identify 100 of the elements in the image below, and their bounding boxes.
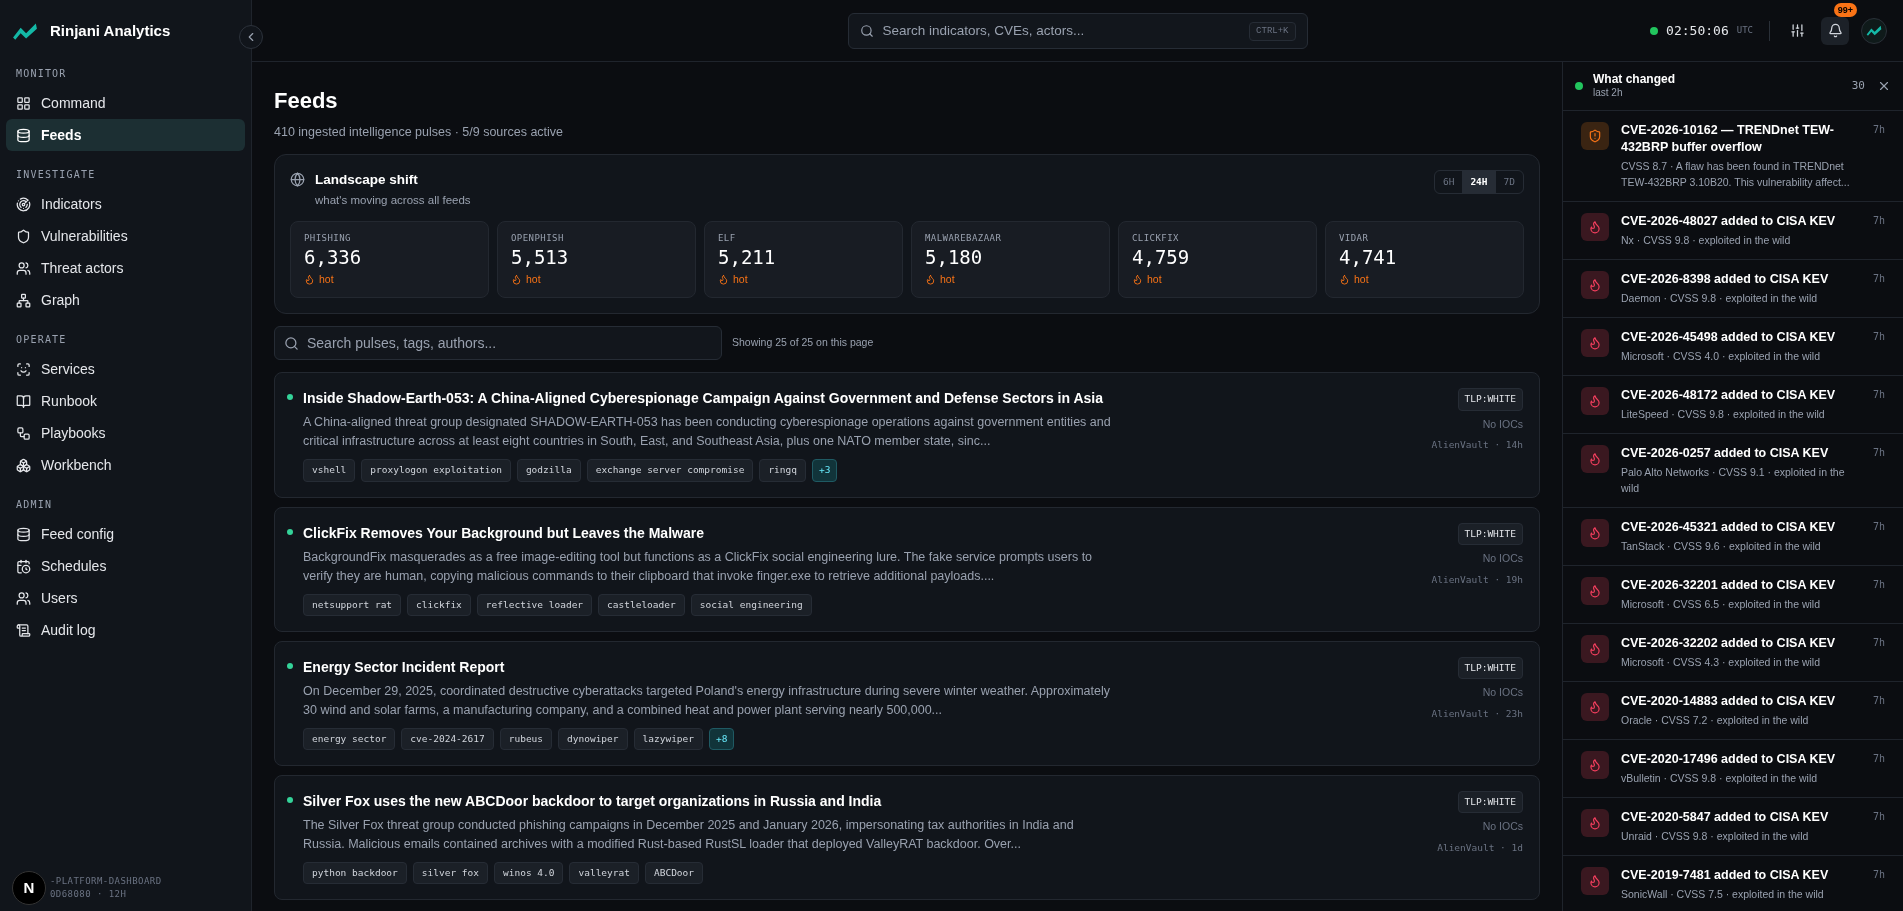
notifications-button[interactable]	[1821, 16, 1849, 45]
change-item[interactable]: CVE-2026-45498 added to CISA KEV Microsoft · CVSS 4.0 · exploited in the wild 7h	[1563, 317, 1903, 376]
user-avatar[interactable]	[1861, 17, 1887, 44]
change-title: CVE-2026-45321 added to CISA KEV	[1621, 518, 1837, 536]
change-meta: Oracle · CVSS 7.2 · exploited in the wild	[1621, 712, 1810, 728]
nav-item[interactable]: Indicators	[6, 188, 245, 220]
tag[interactable]: valleyrat	[569, 862, 639, 885]
search-icon	[284, 336, 299, 352]
feed-card[interactable]	[274, 372, 1540, 498]
more-tags[interactable]: +8	[709, 727, 735, 750]
tag[interactable]: reflective loader	[476, 593, 593, 616]
tlp-badge: TLP:WHITE	[1457, 388, 1523, 411]
nav-item[interactable]: Threat actors	[6, 252, 245, 284]
change-item[interactable]: CVE-2026-48172 added to CISA KEV LiteSpeed · CVSS 9.8 · exploited in the wild 7h	[1563, 375, 1903, 434]
range-tab[interactable]: 7D	[1495, 170, 1523, 193]
change-item[interactable]: CVE-2019-7481 added to CISA KEV SonicWall · CVSS 7.5 · exploited in the wild 7h	[1563, 855, 1903, 911]
tag[interactable]: castleloader	[598, 593, 685, 616]
stat-value: 4,741	[1339, 245, 1398, 270]
tag[interactable]: dynowiper	[558, 727, 628, 750]
nav-section-label: ADMIN	[15, 498, 54, 512]
change-item[interactable]: CVE-2026-48027 added to CISA KEV Nx · CVSS 9.8 · exploited in the wild 7h	[1563, 201, 1903, 260]
change-item[interactable]: CVE-2026-32202 added to CISA KEV Microsoft · CVSS 4.3 · exploited in the wild 7h	[1563, 623, 1903, 682]
nav-icon	[16, 361, 31, 377]
feed-title: ClickFix Removes Your Background but Leaves the Malware	[303, 523, 705, 543]
tag[interactable]: social engineering	[690, 593, 812, 616]
feed-description: On December 29, 2025, coordinated destructive cyberattacks targeted Poland's energy infrastructure during severe winter weather. Approximately 30 wind and solar farms, a manufacturing company, and a combined heat and power plant serving nearly 500,000...	[303, 682, 1111, 719]
change-title: CVE-2026-32201 added to CISA KEV	[1621, 576, 1837, 594]
collapse-sidebar-button[interactable]	[239, 25, 263, 49]
nav-icon	[16, 457, 31, 473]
flame-icon	[1581, 444, 1609, 473]
search-icon	[859, 23, 874, 38]
tag[interactable]: energy sector	[303, 727, 396, 750]
flame-icon	[1339, 273, 1350, 285]
feed-card[interactable]	[274, 775, 1540, 901]
range-tab[interactable]: 24H	[1462, 170, 1496, 193]
more-tags[interactable]: +3	[812, 459, 838, 482]
change-meta: Microsoft · CVSS 6.5 · exploited in the wild	[1621, 596, 1821, 612]
change-time: 7h	[1872, 519, 1885, 534]
nav-item[interactable]: Feeds	[6, 119, 245, 151]
nav-item[interactable]: Audit log	[6, 614, 245, 646]
tag[interactable]: ringq	[759, 459, 806, 482]
nav-item[interactable]: Feed config	[6, 518, 245, 550]
nav-item[interactable]: Command	[6, 87, 245, 119]
stat-value: 4,759	[1132, 245, 1191, 270]
stat-label: CLICKFIX	[1132, 232, 1180, 246]
stat-label: PHISHING	[304, 232, 352, 246]
ioc-count: No IOCs	[1482, 685, 1523, 700]
stat-value: 5,513	[511, 245, 570, 270]
trend-label: hot	[940, 271, 955, 287]
tag[interactable]: lazywiper	[633, 727, 703, 750]
change-count: 30	[1851, 77, 1865, 94]
change-time: 7h	[1872, 635, 1885, 650]
nav-icon	[16, 622, 31, 638]
feed-description: The Silver Fox threat group conducted phishing campaigns in December 2025 and January 2026, impersonating tax authorities in India and Russia. Malicious emails contained archives with a modified Rust-based RustSL loader that deployed ValleyRAT backdoor. Over...	[303, 817, 1075, 853]
change-item[interactable]: CVE-2026-0257 added to CISA KEV Palo Alto Networks · CVSS 9.1 · exploited in the wild 7h	[1563, 433, 1903, 508]
tag[interactable]: exchange server compromise	[586, 459, 754, 482]
change-item[interactable]: CVE-2020-14883 added to CISA KEV Oracle · CVSS 7.2 · exploited in the wild 7h	[1563, 681, 1903, 740]
tag[interactable]: godzilla	[516, 459, 581, 482]
tag[interactable]: winos 4.0	[494, 862, 564, 885]
tag[interactable]: proxylogon exploitation	[361, 459, 511, 482]
feed-card[interactable]	[274, 506, 1540, 632]
tag[interactable]: rubeus	[499, 727, 553, 750]
tag[interactable]: netsupport rat	[303, 593, 402, 616]
change-item[interactable]: CVE-2020-5847 added to CISA KEV Unraid · CVSS 9.8 · exploited in the wild 7h	[1563, 797, 1903, 856]
nav-item[interactable]: Services	[6, 353, 245, 385]
tag[interactable]: python backdoor	[303, 862, 407, 885]
flame-icon	[1581, 576, 1609, 605]
nav-icon	[16, 228, 31, 244]
page-subtitle: 410 ingested intelligence pulses · 5/9 sources active	[274, 124, 565, 141]
tag[interactable]: cve-2024-2617	[401, 727, 494, 750]
feed-card[interactable]	[274, 640, 1540, 766]
tag[interactable]: ABCDoor	[644, 862, 703, 885]
tag[interactable]: vshell	[303, 459, 356, 482]
dev-tools-badge[interactable]: N	[12, 871, 46, 905]
change-meta: TanStack · CVSS 9.6 · exploited in the wild	[1621, 538, 1822, 554]
change-item[interactable]: CVE-2026-45321 added to CISA KEV TanStack · CVSS 9.6 · exploited in the wild 7h	[1563, 507, 1903, 566]
feed-source: AlienVault · 23h	[1431, 706, 1523, 721]
change-item[interactable]: CVE-2026-32201 added to CISA KEV Microsoft · CVSS 6.5 · exploited in the wild 7h	[1563, 565, 1903, 624]
tag[interactable]: clickfix	[407, 593, 471, 616]
tlp-badge: TLP:WHITE	[1457, 656, 1523, 679]
nav-item[interactable]: Runbook	[6, 385, 245, 417]
range-tab[interactable]: 6H	[1434, 170, 1463, 193]
change-item[interactable]: CVE-2026-10162 — TRENDnet TEW-432BRP buffer overflow CVSS 8.7 · A flaw has been found in TRENDnet TEW-432BRP 3.10B20. This vulnerability affect... 7h	[1563, 110, 1903, 202]
stat-label: OPENPHISH	[511, 232, 565, 246]
change-item[interactable]: CVE-2026-8398 added to CISA KEV Daemon · CVSS 9.8 · exploited in the wild 7h	[1563, 259, 1903, 318]
nav-item[interactable]: Vulnerabilities	[6, 220, 245, 252]
change-item[interactable]: CVE-2020-17496 added to CISA KEV vBulletin · CVSS 9.8 · exploited in the wild 7h	[1563, 739, 1903, 798]
nav-item[interactable]: Workbench	[6, 449, 245, 481]
tag[interactable]: silver fox	[412, 862, 488, 885]
change-title: CVE-2026-32202 added to CISA KEV	[1621, 634, 1837, 652]
nav-item[interactable]: Graph	[6, 284, 245, 316]
change-time: 7h	[1872, 445, 1885, 460]
change-title: CVE-2026-8398 added to CISA KEV	[1621, 270, 1830, 288]
nav-item[interactable]: Schedules	[6, 550, 245, 582]
ioc-count: No IOCs	[1482, 550, 1523, 566]
change-time: 7h	[1872, 329, 1885, 344]
nav-item[interactable]: Playbooks	[6, 417, 245, 449]
pulse-search-field[interactable]: Search pulses, tags, authors...	[274, 326, 722, 361]
nav-section-label: OPERATE	[15, 333, 68, 347]
nav-item[interactable]: Users	[6, 582, 245, 614]
